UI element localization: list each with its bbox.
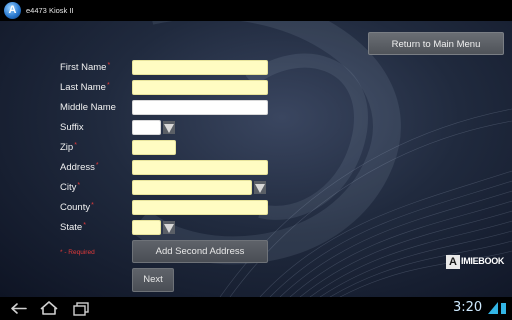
suffix-label: Suffix	[60, 122, 84, 133]
state-label: State*	[60, 222, 86, 233]
first-name-label: First Name*	[60, 62, 111, 73]
state-dropdown-arrow-icon[interactable]	[163, 221, 175, 234]
add-second-address-button[interactable]: Add Second Address	[132, 240, 268, 263]
required-marker: *	[74, 142, 77, 149]
required-marker: *	[106, 82, 110, 89]
zip-input[interactable]	[132, 140, 176, 155]
middle-name-input[interactable]	[132, 100, 268, 115]
home-icon[interactable]	[38, 297, 60, 320]
required-marker: *	[95, 162, 99, 169]
county-label: County*	[60, 202, 94, 213]
brand-logo-mark: A	[446, 255, 460, 269]
suffix-dropdown-arrow-icon[interactable]	[163, 121, 175, 134]
brand-wordmark: IMIEBOOK	[461, 256, 505, 266]
middle-name-label: Middle Name	[60, 102, 116, 113]
app-title: e4473 Kiosk II	[26, 6, 74, 15]
state-select[interactable]	[132, 220, 161, 235]
city-dropdown-arrow-icon[interactable]	[254, 181, 266, 194]
suffix-select[interactable]	[132, 120, 161, 135]
zip-label: Zip*	[60, 142, 77, 153]
battery-icon	[501, 303, 506, 314]
city-select[interactable]	[132, 180, 252, 195]
last-name-label: Last Name*	[60, 82, 110, 93]
required-marker: *	[77, 182, 81, 189]
required-marker: *	[91, 202, 94, 209]
app-icon-letter: A	[8, 4, 17, 16]
last-name-input[interactable]	[132, 80, 268, 95]
required-marker: *	[107, 62, 111, 69]
city-label: City*	[60, 182, 81, 193]
address-label: Address*	[60, 162, 99, 173]
first-name-input[interactable]	[132, 60, 268, 75]
status-clock: 3:20	[453, 300, 483, 315]
back-icon[interactable]	[8, 297, 30, 320]
system-navigation-bar: 3:20	[0, 297, 512, 320]
required-marker: *	[83, 222, 86, 229]
address-input[interactable]	[132, 160, 268, 175]
required-note: * - Required	[60, 249, 95, 256]
title-bar: A e4473 Kiosk II	[0, 0, 512, 21]
county-input[interactable]	[132, 200, 268, 215]
return-to-main-menu-button[interactable]: Return to Main Menu	[368, 32, 504, 55]
recent-apps-icon[interactable]	[70, 297, 92, 320]
wifi-signal-icon	[488, 302, 498, 314]
next-button[interactable]: Next	[132, 268, 174, 292]
